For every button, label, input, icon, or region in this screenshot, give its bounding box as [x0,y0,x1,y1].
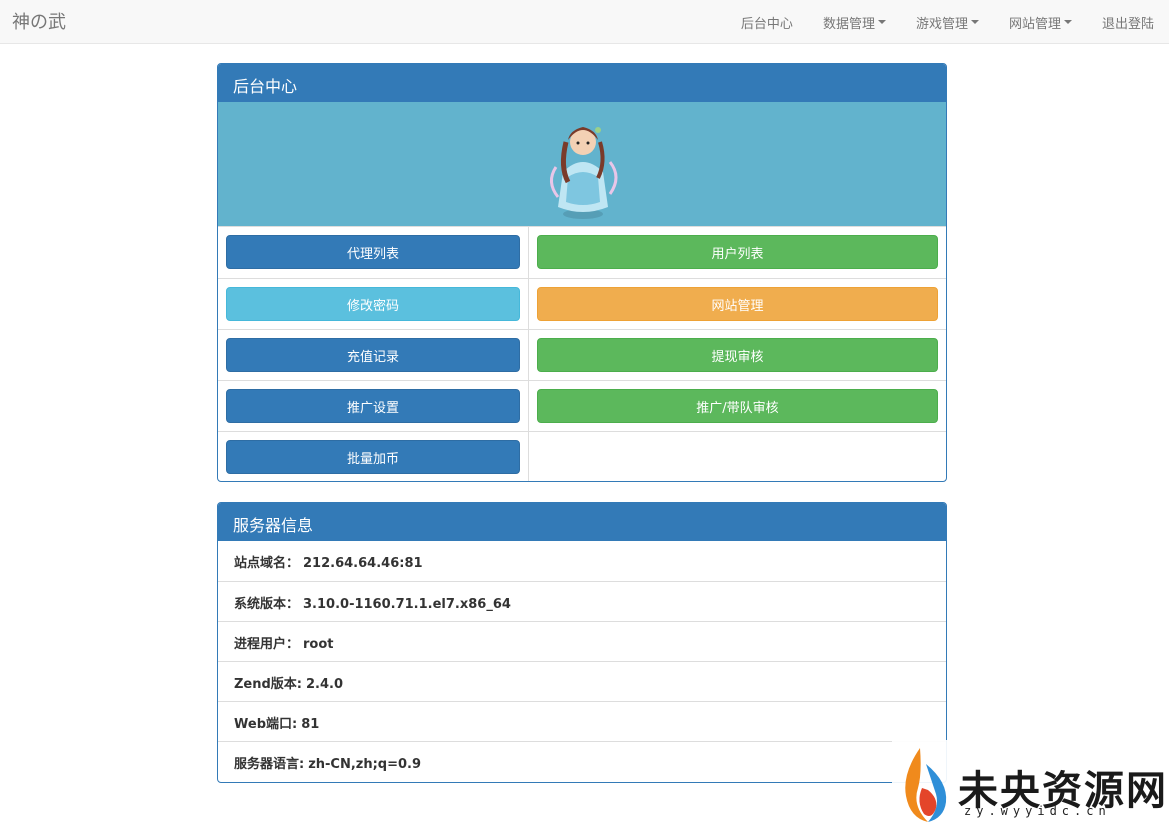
button-row: 充值记录 提现审核 [218,329,946,380]
info-row-domain: 站点域名： 212.64.64.46:81 [234,556,423,571]
agent-list-button[interactable]: 代理列表 [226,235,520,269]
character-illustration [550,127,618,219]
batch-add-coins-button[interactable]: 批量加币 [226,440,520,474]
admin-center-panel: 后台中心 代理列表 用户列表 修改密码 网站管理 充值记录 提现审核 推广设置 … [217,63,947,482]
flame-logo-icon [905,748,947,822]
info-row-process-user: 进程用户： root [218,621,946,661]
info-row-server-language: 服务器语言: zh-CN,zh;q=0.9 [218,741,946,781]
panel-title: 服务器信息 [218,503,946,541]
promo-settings-button[interactable]: 推广设置 [226,389,520,423]
caret-down-icon [970,20,979,24]
nav-item-data-manage[interactable]: 数据管理 [808,0,901,44]
change-password-button[interactable]: 修改密码 [226,287,520,321]
button-row: 推广设置 推广/带队审核 [218,380,946,431]
watermark-url: zy.wyyidc.cn [964,804,1111,818]
caret-down-icon [877,20,886,24]
button-row: 修改密码 网站管理 [218,278,946,329]
info-row-web-port: Web端口: 81 [218,701,946,741]
brand-title[interactable]: 神の武 [12,8,66,34]
caret-down-icon [1063,20,1072,24]
nav-item-logout[interactable]: 退出登陆 [1087,0,1169,44]
promo-team-review-button[interactable]: 推广/带队审核 [537,389,938,423]
nav-menu: 后台中心 数据管理 游戏管理 网站管理 退出登陆 [726,0,1169,44]
server-info-list: 站点域名： 212.64.64.46:81 系统版本： 3.10.0-1160.71… [218,541,946,781]
banner [218,102,946,227]
user-list-button[interactable]: 用户列表 [537,235,938,269]
site-manage-button[interactable]: 网站管理 [537,287,938,321]
button-row: 批量加币 [218,431,946,481]
recharge-records-button[interactable]: 充值记录 [226,338,520,372]
button-row: 代理列表 用户列表 [218,227,946,278]
server-info-panel: 服务器信息 站点域名： 212.64.64.46:81 系统版本： 3.10.0-1… [217,502,947,783]
watermark: 未央资源网 zy.wyyidc.cn [892,740,1169,828]
nav-item-admin-center[interactable]: 后台中心 [726,0,808,44]
info-row-zend-version: Zend版本: 2.4.0 [218,661,946,701]
info-row-os-version: 系统版本： 3.10.0-1160.71.1.el7.x86_64 [218,581,946,621]
panel-title: 后台中心 [218,64,946,102]
button-grid: 代理列表 用户列表 修改密码 网站管理 充值记录 提现审核 推广设置 推广/带队… [218,227,946,481]
nav-item-game-manage[interactable]: 游戏管理 [901,0,994,44]
nav-item-site-manage[interactable]: 网站管理 [994,0,1087,44]
top-navbar: 神の武 后台中心 数据管理 游戏管理 网站管理 退出登陆 [0,0,1169,44]
withdraw-review-button[interactable]: 提现审核 [537,338,938,372]
